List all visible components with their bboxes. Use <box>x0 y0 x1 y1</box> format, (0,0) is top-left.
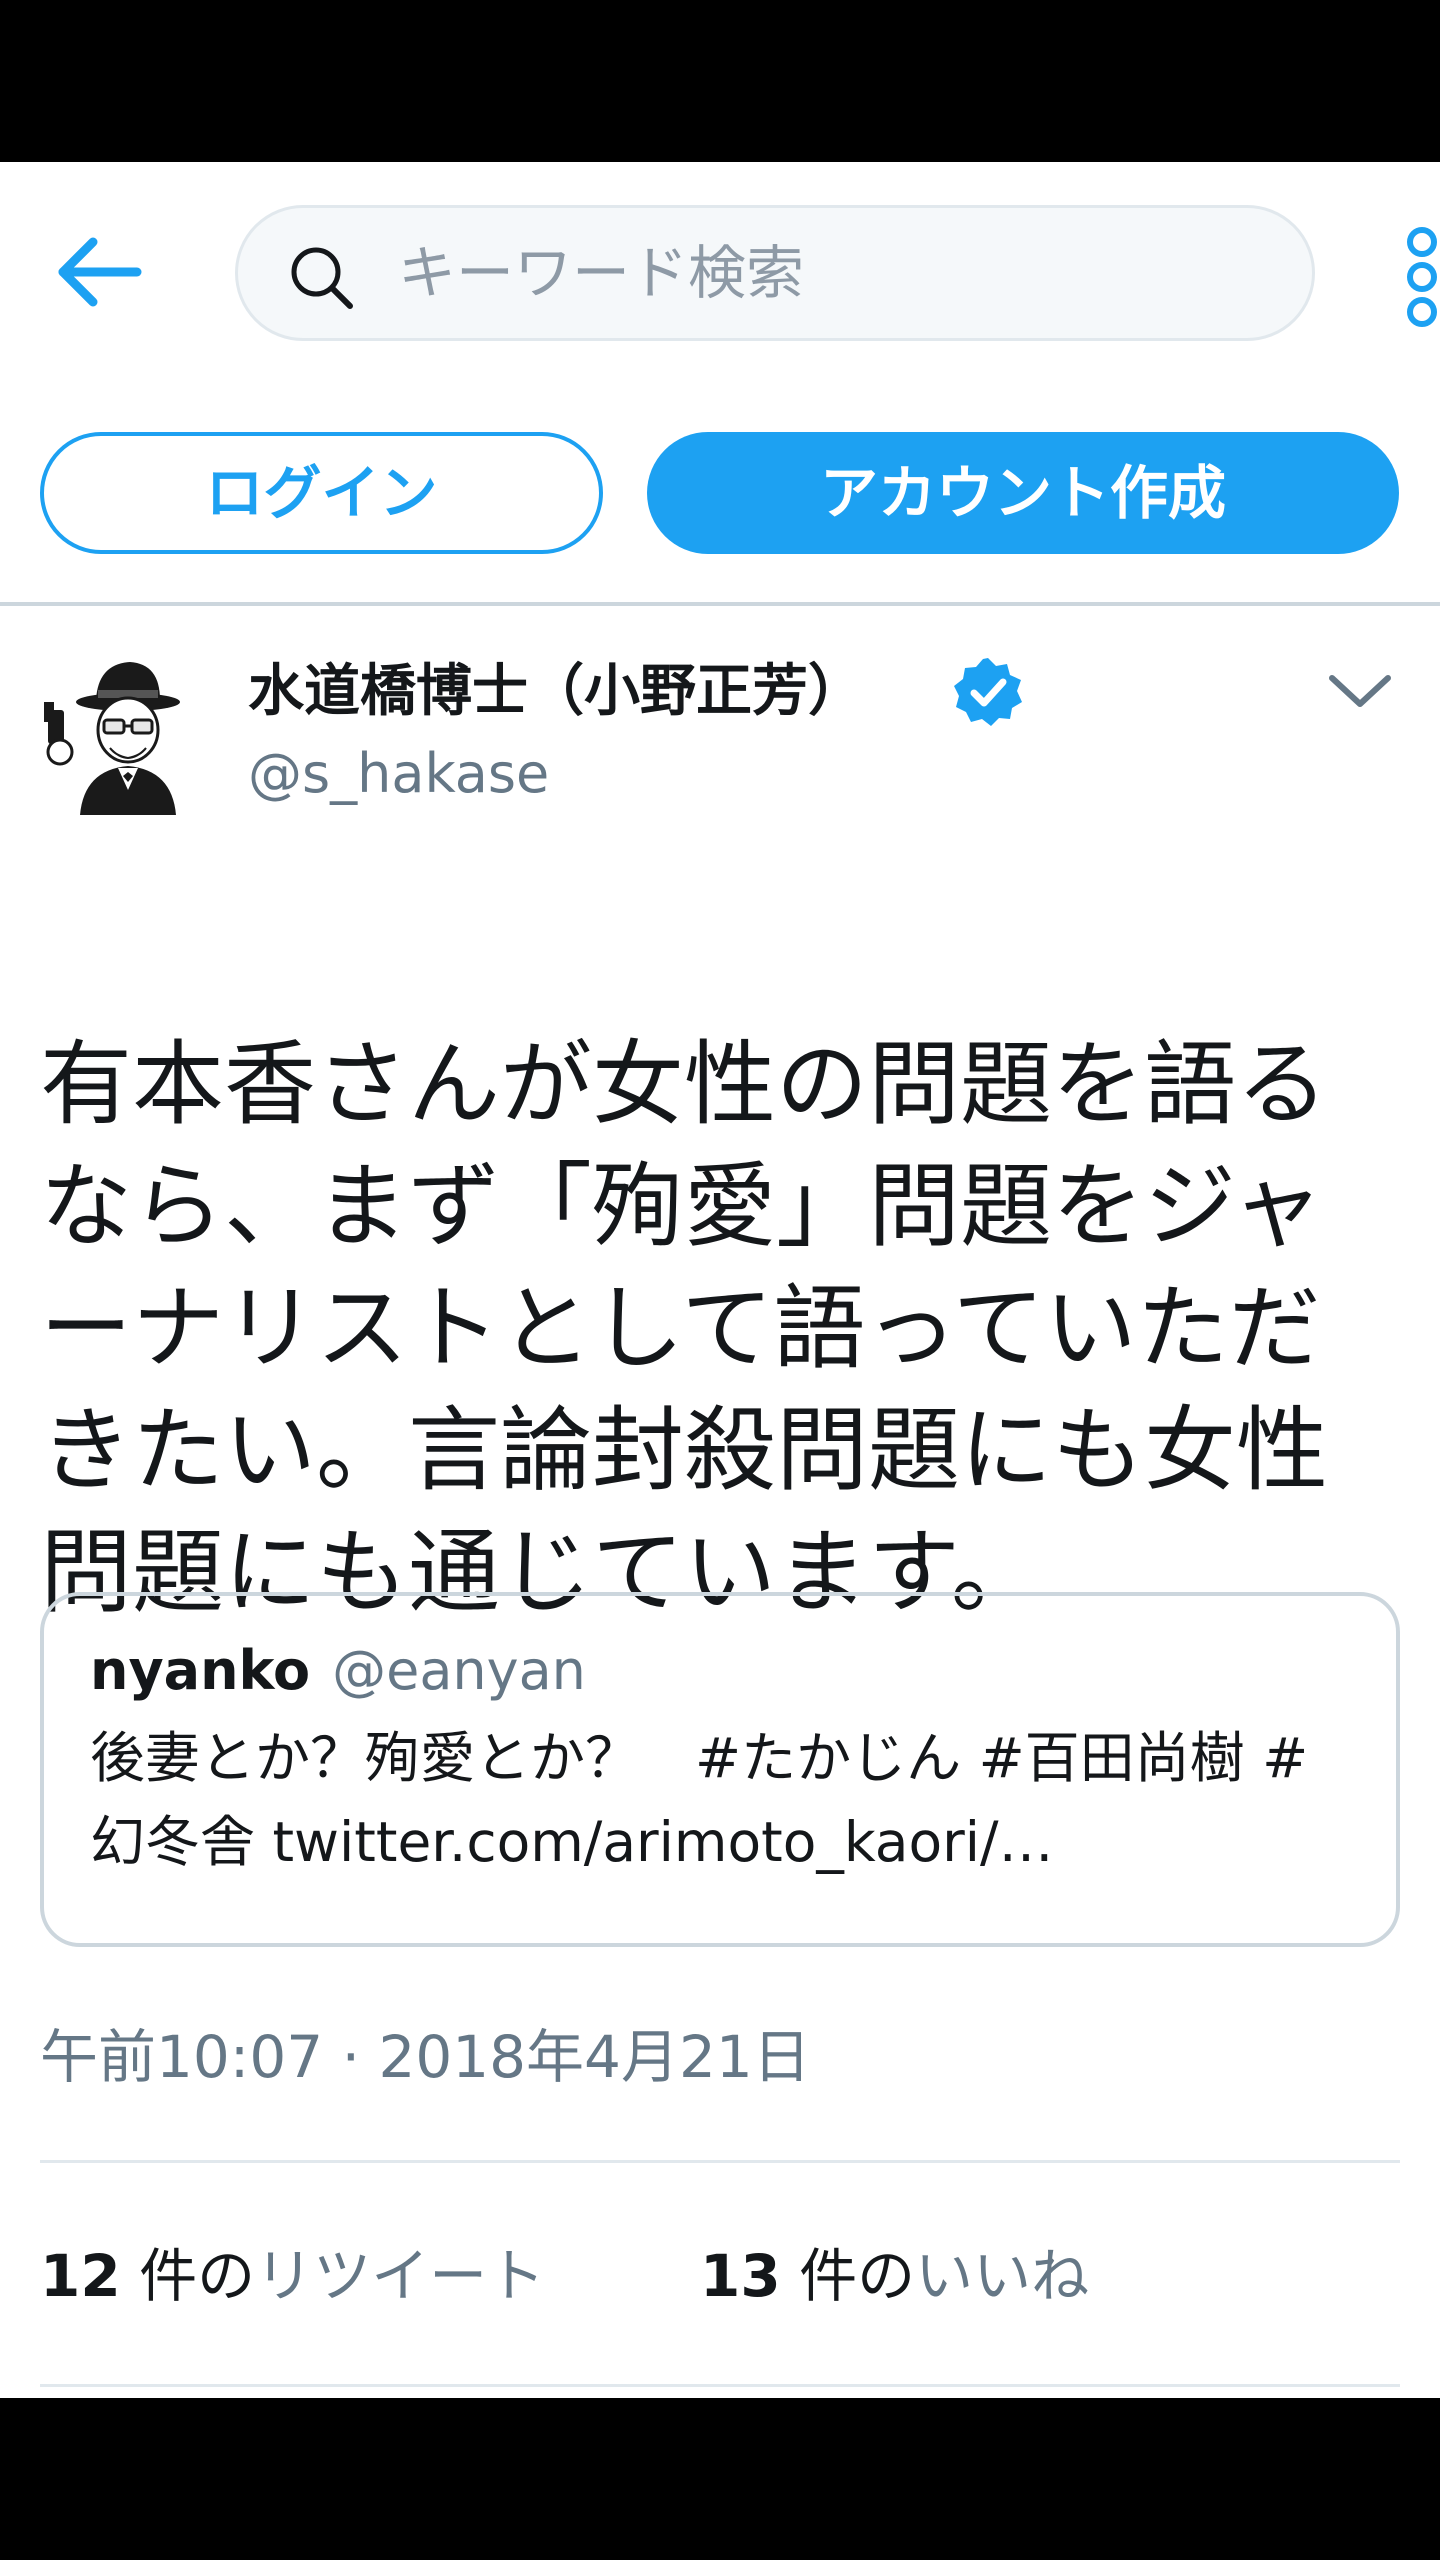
tweet-timestamp[interactable]: 午前10:07 · 2018年4月21日 <box>40 2017 811 2097</box>
quoted-display-name: nyanko <box>90 1639 311 1702</box>
stats-top-divider <box>40 2160 1400 2163</box>
verified-badge-icon <box>954 658 1022 726</box>
retweet-count: 12 <box>40 2242 121 2310</box>
search-bar[interactable] <box>235 205 1315 341</box>
retweets-stat[interactable]: 12 件のリツイート <box>40 2236 545 2316</box>
search-input[interactable] <box>398 208 1258 338</box>
author-display-name[interactable]: 水道橋博士（小野正芳） <box>248 652 864 732</box>
search-icon <box>291 247 353 309</box>
quoted-tweet-card[interactable]: nyanko @eanyan 後妻とか？殉愛とか？ #たかじん #百田尚樹 #幻冬… <box>40 1592 1400 1947</box>
quoted-tweet-header: nyanko @eanyan <box>90 1634 586 1708</box>
like-count-suffix: 件の <box>780 2242 916 2310</box>
arrow-left-icon <box>58 237 142 307</box>
likes-stat[interactable]: 13 件のいいね <box>700 2236 1089 2316</box>
retweets-label: リツイート <box>255 2242 546 2310</box>
login-button[interactable]: ログイン <box>40 432 603 554</box>
author-username[interactable]: @s_hakase <box>248 734 549 814</box>
stats-bottom-divider <box>40 2384 1400 2387</box>
avatar[interactable] <box>40 650 190 815</box>
chevron-down-icon[interactable] <box>1322 660 1398 720</box>
header-divider <box>0 602 1440 606</box>
tweet-screen: ログイン アカウント作成 水道橋博士（小野正芳） @s_hakase 有本香さん… <box>0 162 1440 2398</box>
likes-label: いいね <box>915 2242 1090 2310</box>
quoted-tweet-text: 後妻とか？殉愛とか？ #たかじん #百田尚樹 #幻冬舎 twitter.com/… <box>90 1726 1309 1874</box>
quoted-username: @eanyan <box>332 1639 586 1702</box>
retweet-count-suffix: 件の <box>120 2242 256 2310</box>
tweet-text: 有本香さんが女性の問題を語るなら、まず「殉愛」問題をジャーナリストとして語ってい… <box>40 1031 1329 1626</box>
signup-button[interactable]: アカウント作成 <box>647 432 1399 554</box>
like-count: 13 <box>700 2242 781 2310</box>
back-button[interactable] <box>55 232 145 312</box>
vertical-dots-icon[interactable] <box>1400 222 1440 332</box>
